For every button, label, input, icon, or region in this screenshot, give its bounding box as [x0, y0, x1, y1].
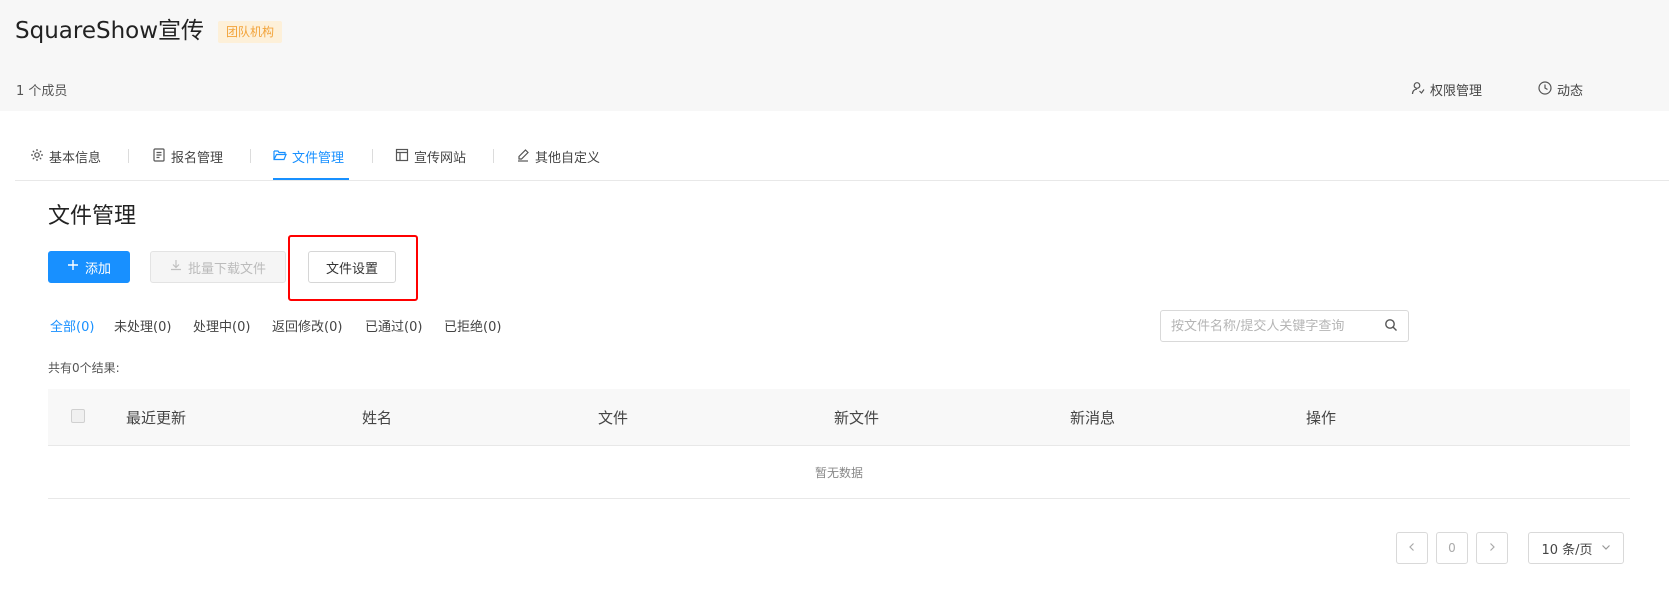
- tab-basic-info[interactable]: 基本信息: [30, 147, 101, 166]
- result-count: 共有0个结果:: [48, 361, 120, 375]
- filter-returned[interactable]: 返回修改(0): [272, 316, 342, 335]
- tab-divider: [128, 149, 129, 163]
- column-header-updated[interactable]: 最近更新: [126, 407, 186, 428]
- chevron-down-icon: [1601, 541, 1611, 556]
- tab-label: 其他自定义: [535, 151, 601, 166]
- edit-icon: [516, 148, 530, 166]
- next-page-button[interactable]: [1476, 532, 1508, 564]
- chevron-right-icon: [1487, 541, 1497, 555]
- tab-divider: [493, 149, 494, 163]
- column-header-name: 姓名: [362, 409, 393, 427]
- search-icon[interactable]: [1384, 317, 1398, 336]
- permission-link-label: 权限管理: [1430, 84, 1483, 99]
- tab-file-management[interactable]: 文件管理: [273, 147, 344, 166]
- prev-page-button[interactable]: [1396, 532, 1428, 564]
- filter-processing[interactable]: 处理中(0): [193, 316, 250, 335]
- tab-label: 基本信息: [49, 151, 102, 166]
- column-header-new-message: 新消息: [1070, 409, 1116, 427]
- member-count[interactable]: 1 个成员: [16, 80, 67, 99]
- table-header: 最近更新 姓名 文件 新文件 新消息 操作: [48, 389, 1630, 446]
- tab-divider: [372, 149, 373, 163]
- section-title: 文件管理: [48, 204, 137, 229]
- column-header-file: 文件: [598, 409, 629, 427]
- page-size-label: 10 条/页: [1541, 542, 1593, 558]
- add-button-label: 添加: [84, 261, 111, 277]
- tab-divider: [250, 149, 251, 163]
- tab-promo-site[interactable]: 宣传网站: [395, 147, 466, 166]
- current-page[interactable]: 0: [1436, 532, 1468, 564]
- gear-icon: [30, 148, 44, 166]
- download-icon: [170, 259, 182, 275]
- search-box[interactable]: [1160, 310, 1409, 342]
- filter-all[interactable]: 全部(0): [50, 316, 94, 335]
- tab-label: 文件管理: [292, 151, 345, 166]
- permission-link[interactable]: 权限管理: [1411, 80, 1482, 99]
- chevron-left-icon: [1407, 541, 1417, 555]
- search-input[interactable]: [1171, 318, 1384, 334]
- org-type-badge: 团队机构: [218, 21, 283, 43]
- column-header-actions: 操作: [1306, 409, 1337, 427]
- batch-download-label: 批量下载文件: [187, 261, 266, 277]
- column-header-new-file: 新文件: [834, 409, 880, 427]
- folder-open-icon: [273, 148, 287, 166]
- batch-download-button: 批量下载文件: [150, 251, 286, 283]
- tab-registration[interactable]: 报名管理: [152, 147, 223, 166]
- tab-label: 宣传网站: [414, 151, 467, 166]
- tabs-divider: [15, 180, 1669, 181]
- activity-link-label: 动态: [1557, 84, 1584, 99]
- filter-rejected[interactable]: 已拒绝(0): [444, 316, 501, 335]
- empty-state-text: 暂无数据: [814, 466, 863, 480]
- add-button[interactable]: 添加: [48, 251, 130, 283]
- clock-icon: [1538, 80, 1552, 99]
- filter-unprocessed[interactable]: 未处理(0): [114, 316, 171, 335]
- page-title: SquareShow宣传: [15, 18, 205, 44]
- table-empty-row: 暂无数据: [48, 446, 1630, 499]
- select-all-checkbox[interactable]: [71, 409, 85, 423]
- user-permission-icon: [1411, 81, 1425, 99]
- plus-icon: [67, 259, 79, 275]
- form-icon: [152, 147, 166, 166]
- filter-approved[interactable]: 已通过(0): [365, 316, 422, 335]
- activity-link[interactable]: 动态: [1538, 80, 1583, 99]
- layout-icon: [395, 148, 409, 166]
- highlight-annotation: [288, 235, 418, 301]
- tab-label: 报名管理: [171, 151, 224, 166]
- tab-custom[interactable]: 其他自定义: [516, 147, 600, 166]
- page-size-select[interactable]: 10 条/页: [1528, 532, 1624, 564]
